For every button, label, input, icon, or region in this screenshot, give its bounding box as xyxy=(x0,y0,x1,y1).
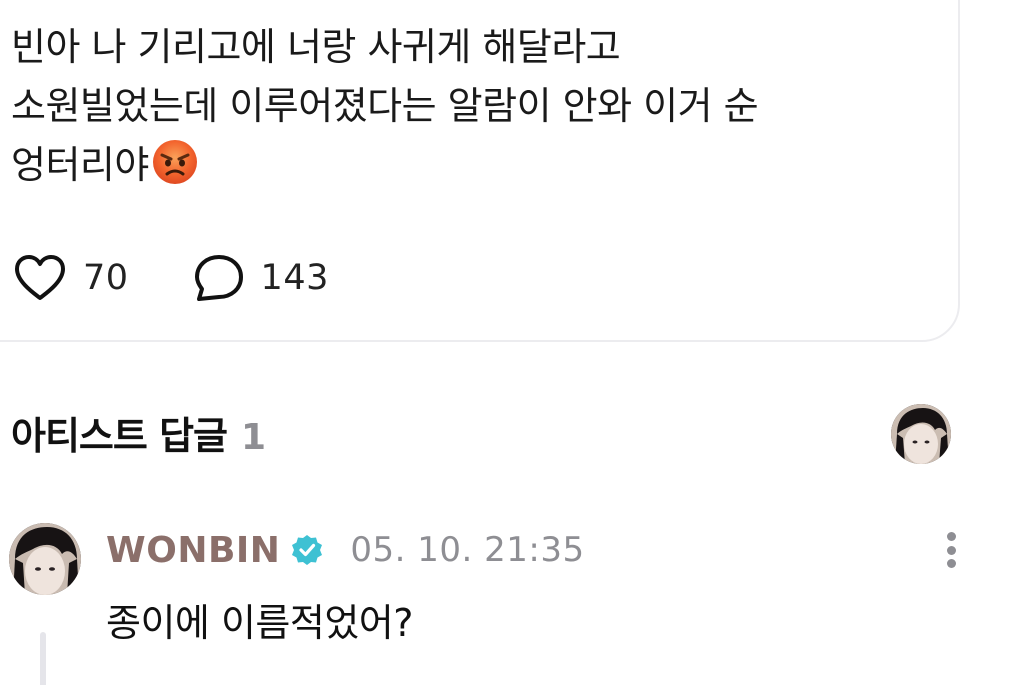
post-actions: 70 143 xyxy=(13,252,329,304)
like-button[interactable]: 70 xyxy=(13,254,129,302)
avatar-photo xyxy=(9,523,81,595)
avatar-photo xyxy=(891,404,951,464)
comment-button[interactable]: 143 xyxy=(193,253,329,303)
more-vertical-icon-dot xyxy=(946,545,956,555)
angry-face-emoji-icon xyxy=(152,140,197,184)
post-text: 빈아 나 기리고에 너랑 사귀게 해달라고 소원빌었는데 이루어졌다는 알람이 … xyxy=(11,25,759,187)
comment-author-name[interactable]: WONBIN xyxy=(106,530,280,571)
speech-bubble-icon xyxy=(194,255,243,301)
section-title: 아티스트 답글 xyxy=(11,414,228,458)
comment-meta: WONBIN 05. 10. 21:35 xyxy=(106,526,585,574)
more-vertical-icon xyxy=(946,532,956,541)
comment-timestamp: 05. 10. 21:35 xyxy=(350,530,585,570)
more-options-button[interactable] xyxy=(938,528,964,572)
post-detail-screen: 빈아 나 기리고에 너랑 사귀게 해달라고 소원빌었는데 이루어졌다는 알람이 … xyxy=(0,0,1011,685)
thread-line xyxy=(40,632,46,685)
like-count: 70 xyxy=(83,258,129,298)
more-vertical-icon-dot xyxy=(946,559,956,568)
verified-badge-icon xyxy=(292,535,323,565)
section-count: 1 xyxy=(241,417,267,458)
comment-author-avatar[interactable] xyxy=(9,523,81,595)
post-body: 빈아 나 기리고에 너랑 사귀게 해달라고 소원빌었는데 이루어졌다는 알람이 … xyxy=(11,18,911,195)
artist-replies-header: 아티스트 답글 1 xyxy=(11,405,266,460)
artist-avatar[interactable] xyxy=(891,404,951,464)
comment-text: 종이에 이름적었어? xyxy=(106,601,413,645)
heart-outline-icon xyxy=(15,255,65,300)
comment-count: 143 xyxy=(260,258,329,298)
